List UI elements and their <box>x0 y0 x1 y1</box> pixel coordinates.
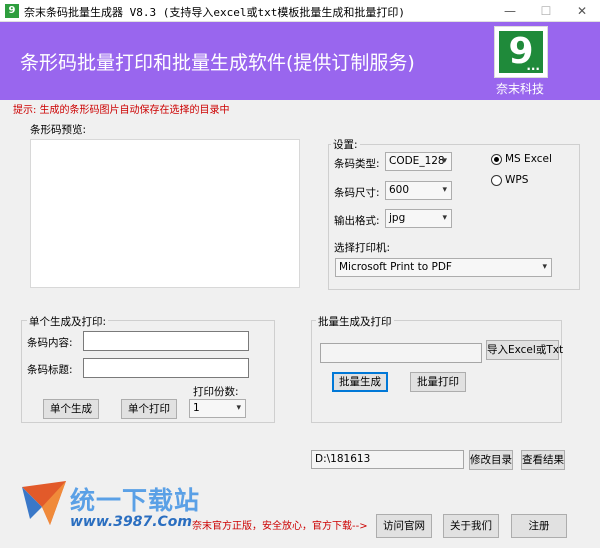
official-note: 奈末官方正版，安全放心，官方下载--> <box>192 521 368 532</box>
batch-file-input[interactable] <box>320 343 482 363</box>
barcode-size-select[interactable]: 600 ▾ <box>385 181 452 200</box>
minimize-button[interactable]: — <box>492 0 528 22</box>
app-icon: 9 <box>5 4 19 18</box>
chevron-down-icon: ▾ <box>236 403 241 413</box>
header-banner: 条形码批量打印和批量生成软件(提供订制服务) 9 ... 奈末科技 <box>0 22 600 100</box>
caption-label: 条码标题: <box>27 364 73 376</box>
batch-print-button[interactable]: 批量打印 <box>410 372 466 392</box>
radio-wps[interactable] <box>491 175 502 186</box>
copies-value: 1 <box>193 402 200 414</box>
chevron-down-icon: ▾ <box>442 156 447 166</box>
window-title: 奈末条码批量生成器 V8.3 (支持导入excel或txt模板批量生成和批量打印… <box>24 6 405 19</box>
logo-digit: 9 ... <box>499 31 543 73</box>
register-button[interactable]: 注册 <box>511 514 567 538</box>
printer-label: 选择打印机: <box>334 242 391 254</box>
batch-title: 批量生成及打印 <box>316 314 394 329</box>
single-generate-button[interactable]: 单个生成 <box>43 399 99 419</box>
hint-text: 提示: 生成的条形码图片自动保存在选择的目录中 <box>13 105 230 116</box>
title-bar: 9 奈末条码批量生成器 V8.3 (支持导入excel或txt模板批量生成和批量… <box>0 0 600 22</box>
preview-label: 条形码预览: <box>30 124 87 136</box>
import-button[interactable]: 导入Excel或Txt <box>486 340 563 360</box>
banner-title: 条形码批量打印和批量生成软件(提供订制服务) <box>20 52 415 74</box>
content-input[interactable] <box>83 331 249 351</box>
view-result-button[interactable]: 查看结果 <box>521 450 565 470</box>
size-label: 条码尺寸: <box>334 187 380 199</box>
radio-excel-label[interactable]: MS Excel <box>505 153 552 165</box>
caption-input[interactable] <box>83 358 249 378</box>
barcode-type-select[interactable]: CODE_128 ▾ <box>385 152 452 171</box>
copies-select[interactable]: 1 ▾ <box>189 399 246 418</box>
barcode-preview <box>30 139 300 288</box>
logo-dots: ... <box>526 59 540 73</box>
chevron-down-icon: ▾ <box>442 213 447 223</box>
output-dir-input[interactable]: D:\181613 <box>311 450 464 469</box>
radio-wps-label[interactable]: WPS <box>505 174 528 186</box>
output-format-select[interactable]: jpg ▾ <box>385 209 452 228</box>
batch-generate-button[interactable]: 批量生成 <box>332 372 388 392</box>
radio-excel[interactable] <box>491 154 502 165</box>
watermark-url: www.3987.Com <box>70 514 192 530</box>
copies-label: 打印份数: <box>193 386 239 398</box>
watermark-title: 统一下载站 <box>70 486 201 515</box>
maximize-button[interactable]: ☐ <box>528 0 564 22</box>
about-button[interactable]: 关于我们 <box>443 514 499 538</box>
barcode-type-value: CODE_128 <box>389 155 445 167</box>
chevron-down-icon: ▾ <box>442 185 447 195</box>
printer-select[interactable]: Microsoft Print to PDF ▾ <box>335 258 552 277</box>
settings-title: 设置: <box>331 137 360 152</box>
content-label: 条码内容: <box>27 337 73 349</box>
printer-value: Microsoft Print to PDF <box>339 261 452 273</box>
watermark-logo-icon <box>22 481 66 525</box>
change-dir-button[interactable]: 修改目录 <box>469 450 513 470</box>
barcode-size-value: 600 <box>389 184 410 196</box>
visit-site-button[interactable]: 访问官网 <box>376 514 432 538</box>
single-print-button[interactable]: 单个打印 <box>121 399 177 419</box>
output-format-value: jpg <box>389 212 406 224</box>
chevron-down-icon: ▾ <box>542 262 547 272</box>
single-title: 单个生成及打印: <box>27 314 109 329</box>
format-label: 输出格式: <box>334 215 380 227</box>
brand-logo: 9 ... <box>494 26 548 78</box>
close-button[interactable]: ✕ <box>564 0 600 22</box>
type-label: 条码类型: <box>334 158 380 170</box>
brand-name: 奈末科技 <box>496 82 545 96</box>
